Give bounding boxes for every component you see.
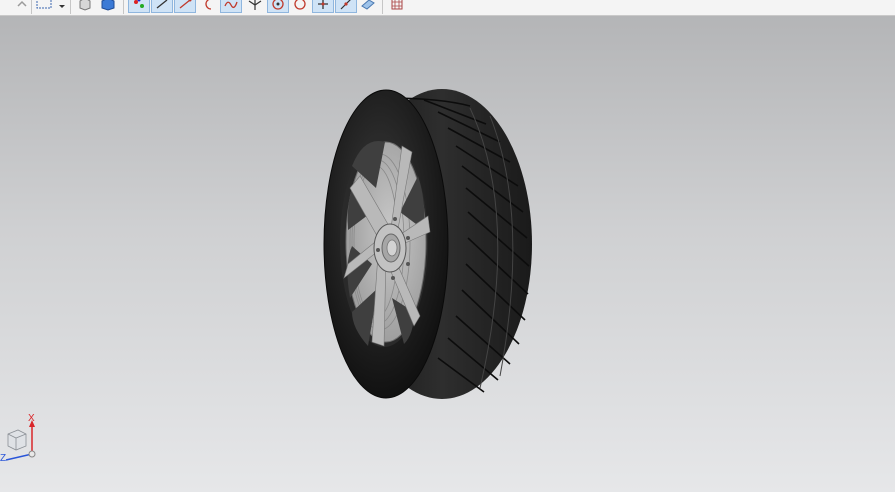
z-axis-label: Z — [0, 453, 7, 464]
toolbar — [0, 0, 895, 16]
quadrant-point-icon[interactable] — [290, 0, 310, 13]
select-box-icon[interactable] — [35, 0, 65, 13]
curve-icon[interactable] — [174, 0, 196, 13]
midpoint-icon[interactable] — [335, 0, 357, 13]
grid-icon[interactable] — [388, 0, 406, 13]
undo-icon[interactable] — [13, 0, 31, 13]
intersection-icon[interactable] — [245, 0, 265, 13]
face-icon[interactable] — [358, 0, 378, 13]
static-wireframe-icon[interactable] — [76, 0, 94, 13]
graphics-viewport[interactable]: X Z — [0, 16, 895, 492]
center-point-icon[interactable] — [267, 0, 289, 13]
view-cube-icon — [7, 429, 27, 451]
snap-point-icon[interactable] — [128, 0, 150, 13]
z-axis-line — [5, 453, 33, 461]
tire-wheel-model[interactable] — [0, 16, 895, 492]
spline-icon[interactable] — [220, 0, 242, 13]
arc-icon[interactable] — [199, 0, 217, 13]
line-icon[interactable] — [151, 0, 173, 13]
coordinate-triad: X Z — [0, 414, 44, 464]
shaded-view-icon[interactable] — [97, 0, 119, 13]
point-on-curve-icon[interactable] — [312, 0, 334, 13]
x-axis-label: X — [28, 413, 35, 424]
